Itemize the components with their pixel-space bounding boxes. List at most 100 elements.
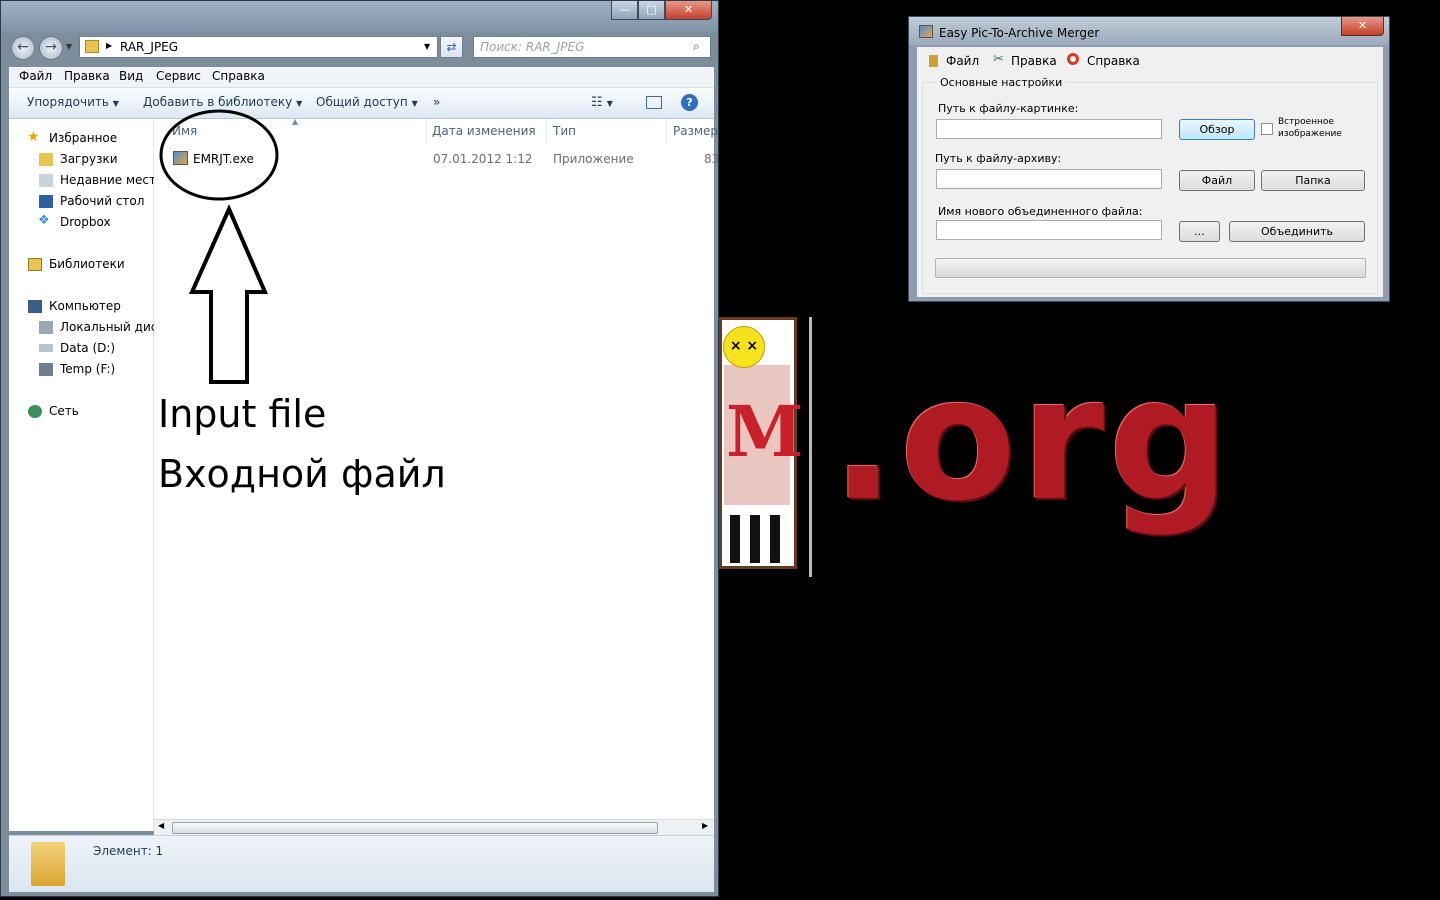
annotation-drawing [159,109,279,384]
help-menu-icon [1067,53,1079,65]
preview-pane-icon[interactable] [646,96,662,109]
mascot-legs [730,515,786,563]
address-bar[interactable]: ▶ RAR_JPEG ▼ [79,36,438,58]
image-path-label: Путь к файлу-картинке: [938,102,1079,115]
explorer-window: — □ ✕ ← → ▼ ▶ RAR_JPEG ▼ ⇄ Поиск: RAR_JP… [0,0,719,897]
annotation-text-en: Input file [158,392,327,436]
menu-edit[interactable]: Правка [1011,54,1057,68]
new-file-label: Имя нового объединенного файла: [938,205,1143,218]
nav-temp-f[interactable]: Temp (F:) [60,362,115,376]
network-icon [28,405,42,418]
image-path-input[interactable] [936,119,1162,139]
recent-places-icon [39,174,53,187]
menu-edit[interactable]: Правка [64,69,110,83]
add-to-library-button[interactable]: Добавить в библиотеку ▼ [143,95,302,109]
menu-help[interactable]: Справка [212,69,265,83]
embedded-label-2: изображение [1278,129,1342,139]
save-as-button[interactable]: ... [1179,221,1220,242]
menu-file[interactable]: Файл [946,54,979,68]
domain-logo-text: .org [831,341,1234,539]
merger-close-button[interactable]: ✕ [1341,17,1384,36]
drive-f-icon [39,363,53,376]
nav-desktop[interactable]: Рабочий стол [60,194,144,208]
file-button[interactable]: Файл [1179,170,1255,191]
edit-menu-icon: ✂ [993,52,1004,67]
nav-local-disk[interactable]: Локальный диск [60,320,165,334]
desktop-icon [39,195,53,208]
browse-button[interactable]: Обзор [1179,119,1255,140]
merger-client-area: Файл ✂ Правка Справка Основные настройки… [917,47,1383,297]
status-bar: Элемент: 1 [9,835,714,892]
annotation-circle [159,109,279,201]
archive-path-input[interactable] [936,169,1162,189]
file-type: Приложение [553,152,634,166]
add-library-label: Добавить в библиотеку [143,95,293,109]
column-divider [666,119,667,143]
address-dropdown-icon[interactable]: ▼ [424,42,430,51]
share-button[interactable]: Общий доступ ▼ [316,95,418,109]
history-dropdown-icon[interactable]: ▼ [66,42,72,51]
scroll-left-icon[interactable]: ◀ [158,821,164,830]
file-size: 83 [704,152,720,166]
menu-view[interactable]: Вид [119,69,143,83]
merger-caption-bar[interactable]: Easy Pic-To-Archive Merger ✕ [909,17,1389,45]
menu-help[interactable]: Справка [1087,54,1140,68]
menu-file[interactable]: Файл [19,69,52,83]
item-count: Элемент: 1 [93,844,164,858]
organize-button[interactable]: Упорядочить ▼ [27,95,119,109]
nav-recent[interactable]: Недавние места [60,173,163,187]
column-divider [426,119,427,143]
column-date[interactable]: Дата изменения [432,124,536,138]
computer-icon [28,300,42,313]
downloads-icon [39,153,53,166]
window-title: Easy Pic-To-Archive Merger [939,26,1100,40]
refresh-button[interactable]: ⇄ [440,36,463,58]
chevron-down-icon: ▼ [411,99,418,108]
close-button[interactable]: ✕ [665,1,712,20]
more-commands-button[interactable]: » [433,95,440,109]
refresh-icon: ⇄ [446,40,457,54]
column-divider [546,119,547,143]
annotation-arrow [188,204,269,384]
mascot-face: × × [723,326,765,368]
nav-computer[interactable]: Компьютер [49,299,121,313]
maximize-button[interactable]: □ [638,1,665,20]
help-icon[interactable]: ? [681,94,698,111]
horizontal-scrollbar[interactable]: ◀ ▶ [154,819,714,835]
embedded-image-checkbox[interactable] [1261,123,1273,135]
menu-bar: Файл Правка Вид Сервис Справка [9,67,714,88]
nav-data-d[interactable]: Data (D:) [60,341,115,355]
forward-button[interactable]: → [39,36,63,60]
column-size[interactable]: Размер [673,124,718,138]
back-button[interactable]: ← [11,36,35,60]
background-artwork: M × × .org [719,300,1440,600]
address-path: RAR_JPEG [120,40,179,54]
menu-tools[interactable]: Сервис [156,69,201,83]
drive-d-icon [39,344,53,352]
column-type[interactable]: Тип [553,124,576,138]
merge-button[interactable]: Объединить [1229,221,1365,242]
local-disk-icon [39,321,53,334]
chevron-down-icon: ▼ [112,99,119,108]
breadcrumb-separator-icon: ▶ [106,41,113,50]
folder-large-icon [31,842,65,886]
view-options-icon[interactable]: ☷ ▼ [591,95,613,110]
back-arrow-icon: ← [17,39,29,55]
minimize-button[interactable]: — [611,1,638,20]
scroll-right-icon[interactable]: ▶ [702,821,708,830]
scrollbar-thumb[interactable] [172,822,658,834]
libraries-icon [28,258,42,271]
nav-network[interactable]: Сеть [49,404,79,418]
nav-downloads[interactable]: Загрузки [60,152,118,166]
folder-button[interactable]: Папка [1261,170,1365,191]
new-file-input[interactable] [936,220,1162,240]
file-date: 07.01.2012 1:12 [433,152,533,166]
archive-path-label: Путь к файлу-архиву: [935,152,1062,165]
forward-arrow-icon: → [45,39,57,55]
nav-dropbox[interactable]: Dropbox [60,215,111,229]
nav-favorites[interactable]: Избранное [49,131,117,145]
nav-libraries[interactable]: Библиотеки [49,257,125,271]
command-bar: Упорядочить ▼ Добавить в библиотеку ▼ Об… [9,88,714,119]
annotation-text-ru: Входной файл [158,452,446,496]
search-input[interactable]: Поиск: RAR_JPEG [473,36,711,58]
